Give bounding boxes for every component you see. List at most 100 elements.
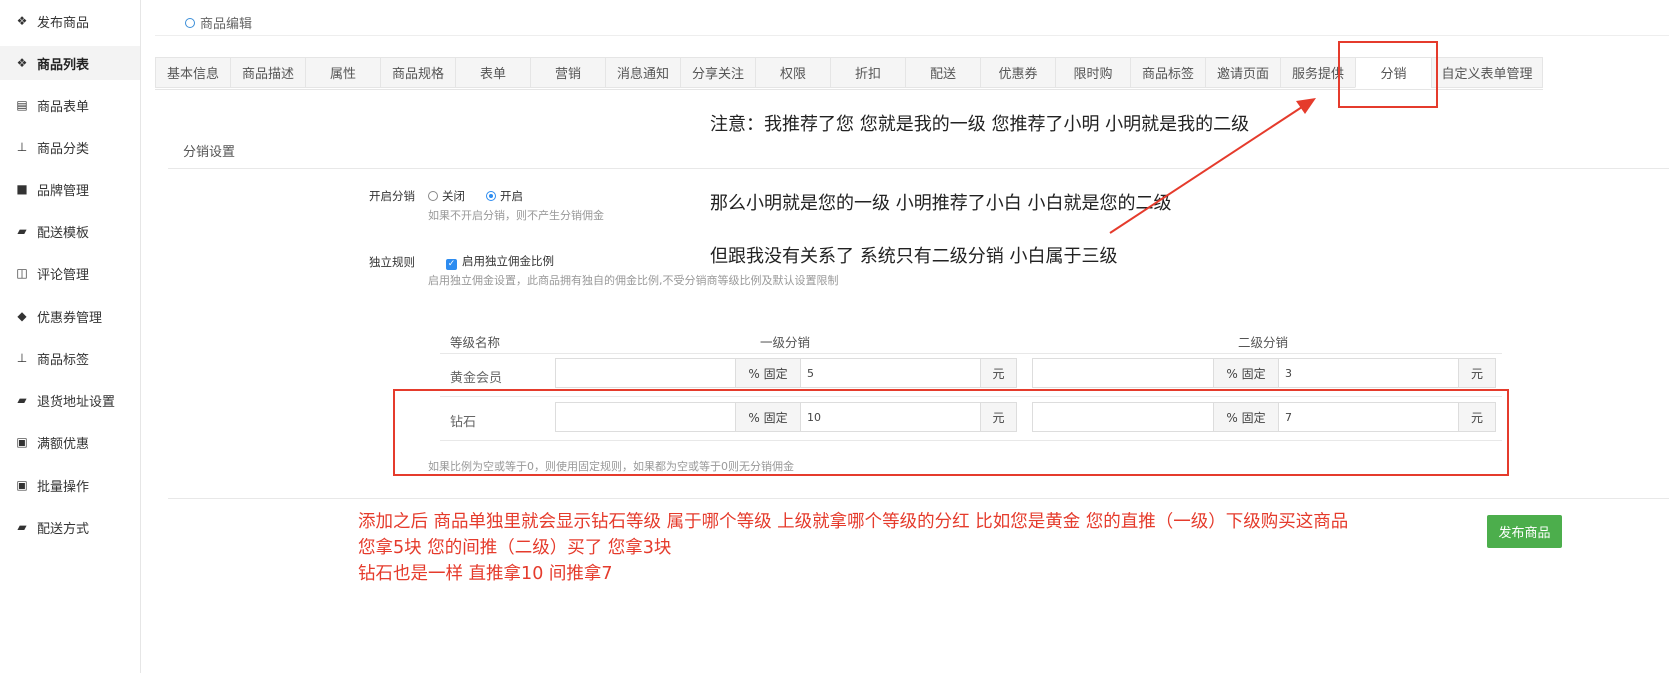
row-diamond-name: 钻石 — [450, 415, 477, 430]
gift-icon: ▣ — [16, 435, 28, 449]
percent-fixed-addon: % 固定 — [1213, 358, 1279, 388]
sidebar-item-label: 优惠券管理 — [37, 310, 103, 326]
tab-discount[interactable]: 折扣 — [830, 57, 905, 88]
tab-flash-sale[interactable]: 限时购 — [1055, 57, 1130, 88]
sidebar-item-label: 商品标签 — [37, 352, 90, 368]
radio-icon — [428, 191, 438, 201]
tab-form[interactable]: 表单 — [455, 57, 530, 88]
diamond-l1-fixed-input[interactable]: 10 — [800, 402, 981, 432]
annotation-overlay — [393, 41, 1509, 476]
sidebar-item-full-discount[interactable]: ▣ 满额优惠 — [0, 425, 140, 459]
percent-fixed-addon: % 固定 — [735, 402, 801, 432]
tab-services[interactable]: 服务提供 — [1280, 57, 1355, 88]
radio-checked-icon — [486, 191, 496, 201]
sitemap-icon: ⊥ — [16, 140, 28, 154]
sidebar-item-product-list[interactable]: ❖ 商品列表 — [0, 46, 140, 80]
sidebar: ❖ 发布商品 ❖ 商品列表 ▤ 商品表单 ⊥ 商品分类 ■ 品牌管理 ▰ 配送模板 ◫ 评论管… — [0, 0, 141, 673]
breadcrumb: 商品编辑 — [185, 13, 252, 32]
tab-distribution[interactable]: 分销 — [1355, 57, 1431, 88]
diamond-l2-fixed-input[interactable]: 7 — [1278, 402, 1459, 432]
sitemap-icon: ⊥ — [16, 351, 28, 365]
note-line-1: 注意：我推荐了您 您就是我的一级 您推荐了小明 小明就是我的二级 — [710, 114, 1250, 135]
tab-permissions[interactable]: 权限 — [755, 57, 830, 88]
tab-invite-page[interactable]: 邀请页面 — [1205, 57, 1280, 88]
sidebar-item-tags[interactable]: ⊥ 商品标签 — [0, 341, 140, 375]
sidebar-item-shipping-template[interactable]: ▰ 配送模板 — [0, 214, 140, 248]
gold-l2-percent-input[interactable] — [1032, 358, 1214, 388]
briefcase-icon: ■ — [16, 182, 28, 196]
sidebar-item-category[interactable]: ⊥ 商品分类 — [0, 130, 140, 164]
divider — [440, 353, 1502, 354]
sidebar-item-brand[interactable]: ■ 品牌管理 — [0, 172, 140, 206]
circle-icon — [185, 17, 195, 28]
radio-on[interactable]: 开启 — [486, 188, 523, 204]
tab-basic-info[interactable]: 基本信息 — [155, 57, 230, 88]
publish-button[interactable]: 发布商品 — [1487, 515, 1562, 548]
rule-checkbox[interactable]: ✓ 启用独立佣金比例 — [446, 253, 554, 270]
divider — [440, 440, 1502, 441]
tab-description[interactable]: 商品描述 — [230, 57, 305, 88]
rule-checkbox-label: 启用独立佣金比例 — [462, 254, 554, 268]
breadcrumb-label: 商品编辑 — [200, 17, 253, 32]
row-gold-name: 黄金会员 — [450, 371, 503, 386]
file-excel-icon: ▤ — [16, 98, 28, 112]
rule-label: 独立规则 — [369, 255, 415, 269]
note-line-2: 那么小明就是您的一级 小明推荐了小白 小白就是您的二级 — [710, 193, 1172, 214]
sidebar-item-label: 批量操作 — [37, 479, 90, 495]
tab-marketing[interactable]: 营销 — [530, 57, 605, 88]
yuan-addon: 元 — [1458, 358, 1496, 388]
check-icon: ✓ — [446, 259, 457, 270]
gold-l1-percent-input[interactable] — [555, 358, 736, 388]
sidebar-item-label: 商品分类 — [37, 141, 90, 157]
tab-attributes[interactable]: 属性 — [305, 57, 380, 88]
tab-custom-form[interactable]: 自定义表单管理 — [1431, 57, 1543, 88]
sidebar-item-batch[interactable]: ▣ 批量操作 — [0, 468, 140, 502]
sidebar-item-label: 商品列表 — [37, 57, 90, 73]
sidebar-item-label: 满额优惠 — [37, 436, 90, 452]
sidebar-item-delivery-method[interactable]: ▰ 配送方式 — [0, 510, 140, 544]
section-title: 分销设置 — [183, 145, 236, 160]
gold-l2-fixed-input[interactable]: 3 — [1278, 358, 1459, 388]
tab-delivery[interactable]: 配送 — [905, 57, 980, 88]
note-line-3: 但跟我没有关系了 系统只有二级分销 小白属于三级 — [710, 246, 1118, 267]
red-note-line-2: 您拿5块 您的间推（二级）买了 您拿3块 — [358, 538, 672, 558]
sidebar-item-comments[interactable]: ◫ 评论管理 — [0, 256, 140, 290]
yuan-addon: 元 — [980, 358, 1017, 388]
sidebar-item-publish[interactable]: ❖ 发布商品 — [0, 4, 140, 38]
enable-hint: 如果不开启分销，则不产生分销佣金 — [428, 209, 604, 222]
tab-coupons[interactable]: 优惠券 — [980, 57, 1055, 88]
table-footer-hint: 如果比例为空或等于0，则使用固定规则，如果都为空或等于0则无分销佣金 — [428, 460, 794, 473]
sidebar-item-coupons[interactable]: ◆ 优惠券管理 — [0, 299, 140, 333]
tab-share[interactable]: 分享关注 — [680, 57, 755, 88]
sidebar-item-label: 品牌管理 — [37, 183, 90, 199]
tab-product-tags[interactable]: 商品标签 — [1130, 57, 1205, 88]
yuan-addon: 元 — [980, 402, 1017, 432]
percent-fixed-addon: % 固定 — [735, 358, 801, 388]
tags-icon: ◆ — [17, 309, 27, 323]
red-note-line-1: 添加之后 商品单独里就会显示钻石等级 属于哪个等级 上级就拿哪个等级的分红 比如… — [358, 512, 1349, 532]
sidebar-item-label: 退货地址设置 — [37, 394, 116, 410]
sidebar-item-label: 配送模板 — [37, 225, 90, 241]
rule-hint: 启用独立佣金设置，此商品拥有独自的佣金比例,不受分销商等级比例及默认设置限制 — [428, 274, 839, 287]
sidebar-item-label: 评论管理 — [37, 267, 90, 283]
radio-on-label: 开启 — [500, 189, 523, 203]
divider — [440, 396, 1502, 397]
divider — [168, 168, 1669, 169]
header-level-name: 等级名称 — [450, 335, 501, 350]
gold-l1-fixed-input[interactable]: 5 — [800, 358, 981, 388]
sidebar-item-product-form[interactable]: ▤ 商品表单 — [0, 88, 140, 122]
diamond-l1-percent-input[interactable] — [555, 402, 736, 432]
diamond-l2-percent-input[interactable] — [1032, 402, 1214, 432]
truck-icon: ▰ — [17, 224, 27, 238]
sidebar-item-label: 配送方式 — [37, 521, 90, 537]
radio-off[interactable]: 关闭 — [428, 188, 465, 204]
truck-icon: ▰ — [17, 520, 27, 534]
tab-notifications[interactable]: 消息通知 — [605, 57, 680, 88]
sidebar-item-return-address[interactable]: ▰ 退货地址设置 — [0, 383, 140, 417]
tab-specs[interactable]: 商品规格 — [380, 57, 455, 88]
red-note-line-3: 钻石也是一样 直推拿10 间推拿7 — [358, 564, 613, 584]
header-level2: 二级分销 — [1238, 335, 1289, 350]
enable-label: 开启分销 — [369, 189, 415, 203]
sidebar-item-label: 发布商品 — [37, 15, 90, 31]
gift-icon: ▣ — [16, 478, 28, 492]
